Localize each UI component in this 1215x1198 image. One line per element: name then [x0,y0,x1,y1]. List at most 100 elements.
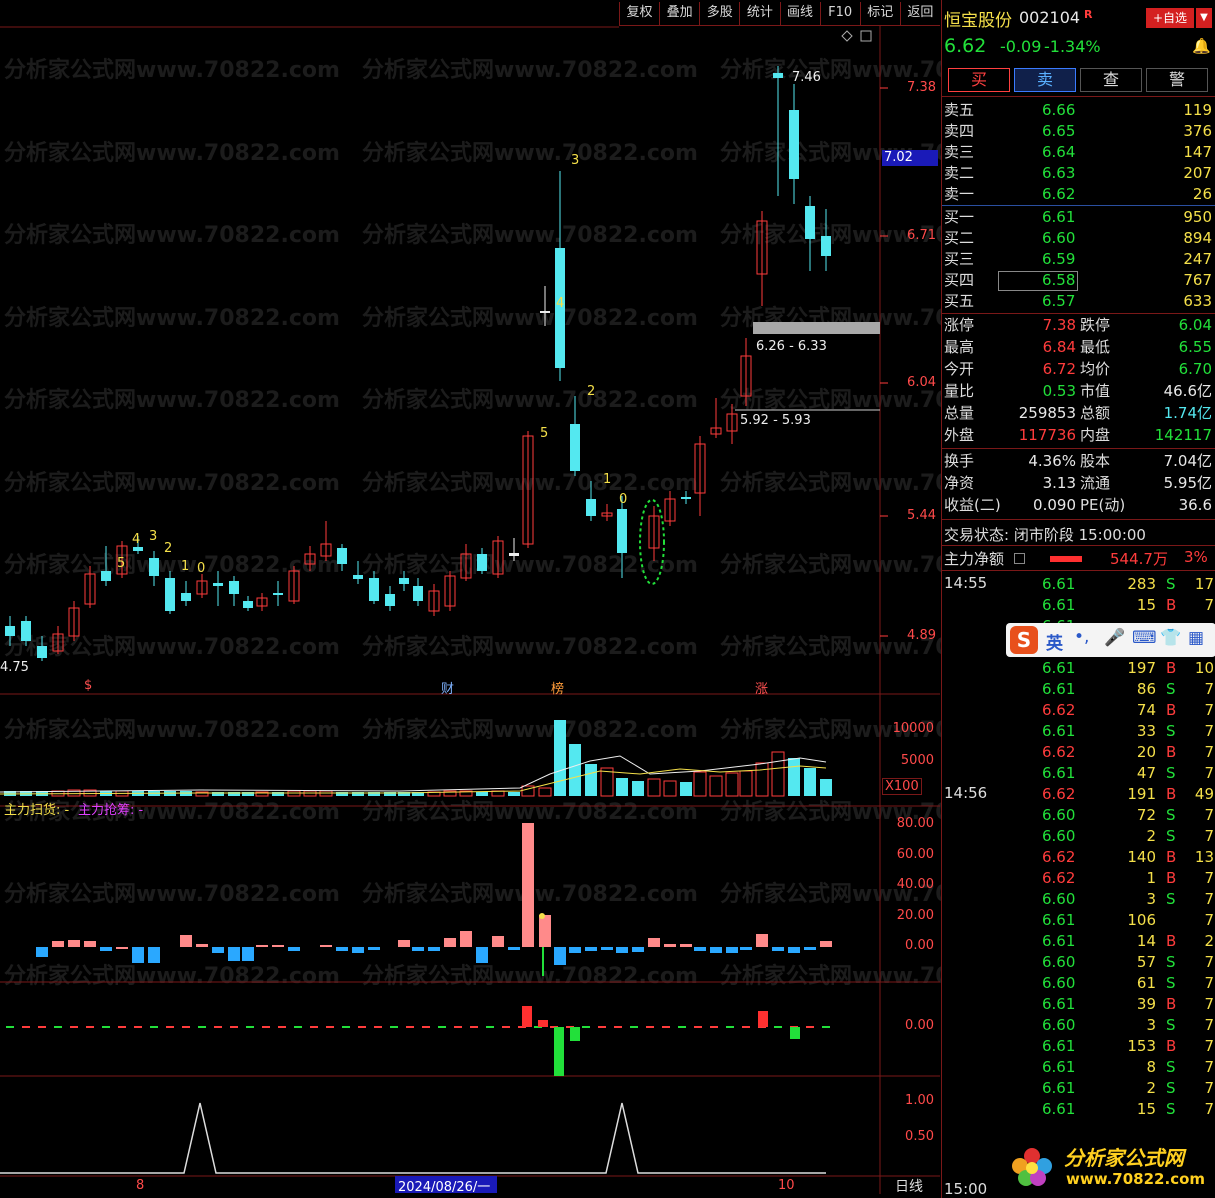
order-book-row[interactable]: 卖四 6.65 376 [942,121,1215,142]
td-count: 4 [132,532,141,547]
bell-icon[interactable]: 🔔 [1192,37,1211,55]
tick-row: 6.60 3 S 7 [942,1015,1215,1036]
tick-row: 6.61 15 B 7 [942,595,1215,616]
order-book-row[interactable]: 买四 6.58 767 [942,270,1215,291]
stat-value: 1.74亿 [1163,404,1212,422]
low-price-label: 4.75 [0,660,29,675]
tick-volume: 3 [1146,1016,1156,1034]
kline-chart[interactable]: 7.38 6.71 6.04 5.44 4.89 7.02 7.46 4.75 … [0,26,940,1196]
tick-count: 17 [1194,575,1214,593]
order-book-row[interactable]: 卖二 6.63 207 [942,163,1215,184]
volume-bar [647,778,661,797]
chevron-down-icon[interactable]: ▼ [1196,8,1212,28]
quote-stat-row: 量比 0.53 市值 46.6亿 [942,381,1215,402]
order-book-row[interactable]: 买三 6.59 247 [942,249,1215,270]
ime-lang-indicator[interactable]: 英 [1046,629,1063,654]
stat-label: 跌停 [1080,316,1111,334]
stat-value: 46.6亿 [1163,382,1212,400]
skin-icon[interactable]: 👕 [1160,628,1181,648]
punctuation-icon[interactable]: •, [1074,627,1089,647]
buy-button[interactable]: 买 [948,68,1010,92]
quote-stat-row: 外盘 117736 内盘 142117 [942,425,1215,446]
stat-label: 量比 [944,382,975,400]
td-count: 5 [540,426,549,441]
tick-price: 6.61 [1042,722,1076,740]
kline-chart-canvas[interactable] [0,26,940,1194]
toolbar-mark-button[interactable]: 标记 [859,2,900,26]
indicator-bar [256,945,268,947]
order-book-row[interactable]: 卖三 6.64 147 [942,142,1215,163]
indicator-bar [554,947,566,965]
ime-toolbar[interactable]: S 英 •, 🎤 ⌨ 👕 ▦ [1006,623,1215,657]
volume-bar [725,772,739,797]
td-count: 5 [117,556,126,571]
stat-label: 最高 [944,338,975,356]
info-icon[interactable] [1014,553,1025,564]
sell-button[interactable]: 卖 [1014,68,1076,92]
indicator-bar [508,947,520,950]
indicator-axis-label: 40.00 [896,877,934,892]
volume-bar [680,782,692,796]
logo-text: 分析家公式网 [1064,1146,1184,1170]
book-level-label: 卖五 [944,101,975,119]
toolbar-back-button[interactable]: 返回 [899,2,940,26]
order-book-row[interactable]: 卖一 6.62 26 [942,184,1215,205]
sogou-logo-icon: S [1010,626,1038,654]
tick-count: 7 [1204,890,1214,908]
price-axis-label: 6.04 [907,375,936,390]
toolbar-f10-button[interactable]: F10 [819,2,860,26]
toolbar-draw-button[interactable]: 画线 [779,2,820,26]
order-book-row[interactable]: 买二 6.60 894 [942,228,1215,249]
toolbar-multi-stock-button[interactable]: 多股 [699,2,740,26]
tick-price: 6.61 [1042,659,1076,677]
tick-volume: 57 [1136,953,1156,971]
book-level-label: 卖二 [944,164,975,182]
book-volume: 894 [1183,229,1212,247]
event-marker[interactable]: 财 [441,678,454,697]
toolbar-overlay-button[interactable]: 叠加 [659,2,700,26]
quote-stat-row: 换手 4.36% 股本 7.04亿 [942,451,1215,472]
indicator-bar [148,947,160,963]
tick-count: 7 [1204,1058,1214,1076]
book-price: 6.60 [1042,229,1076,247]
candle-body [509,553,519,556]
indicator-axis-label: 20.00 [896,908,934,923]
price-axis-label: 6.71 [907,228,936,243]
tick-volume: 2 [1146,827,1156,845]
candle-body [385,594,395,606]
event-marker[interactable]: $ [84,678,92,693]
indicator-bar [116,947,128,949]
tick-row: 6.62 140 B 13 [942,847,1215,868]
order-book-row[interactable]: 买五 6.57 633 [942,291,1215,312]
query-button[interactable]: 查 [1080,68,1142,92]
book-price: 6.61 [1042,208,1076,226]
order-book-row[interactable]: 买一 6.61 950 [942,207,1215,228]
quote-stat-row: 最高 6.84 最低 6.55 [942,337,1215,358]
alert-button[interactable]: 警 [1146,68,1208,92]
tick-price: 6.60 [1042,953,1076,971]
indicator-bar [539,915,551,947]
indicator-bar [710,947,722,953]
period-selector[interactable]: 日线 [895,1176,923,1196]
toolbar-fuquan-button[interactable]: 复权 [619,2,660,26]
stat-value: 117736 [1018,426,1076,444]
indicator-axis-label: 60.00 [896,847,934,862]
candle-body [133,547,143,551]
main-net-label: 主力净额 [944,550,1005,568]
toolbox-icon[interactable]: ▦ [1188,628,1204,648]
tick-price: 6.61 [1042,932,1076,950]
microphone-icon[interactable]: 🎤 [1104,628,1125,648]
tick-volume: 47 [1136,764,1156,782]
volume-bar [709,775,723,797]
indicator-bar [196,944,208,947]
add-watchlist-button[interactable]: +自选 [1146,8,1194,28]
keyboard-icon[interactable]: ⌨ [1132,628,1157,648]
book-level-label: 买四 [944,271,975,289]
toolbar-stats-button[interactable]: 统计 [739,2,780,26]
event-marker[interactable]: 涨 [755,678,768,697]
event-marker[interactable]: 榜 [551,678,564,697]
order-book-row[interactable]: 卖五 6.66 119 [942,100,1215,121]
volume-bar [771,751,785,797]
book-price: 6.59 [1042,250,1076,268]
candle-body [617,509,627,553]
